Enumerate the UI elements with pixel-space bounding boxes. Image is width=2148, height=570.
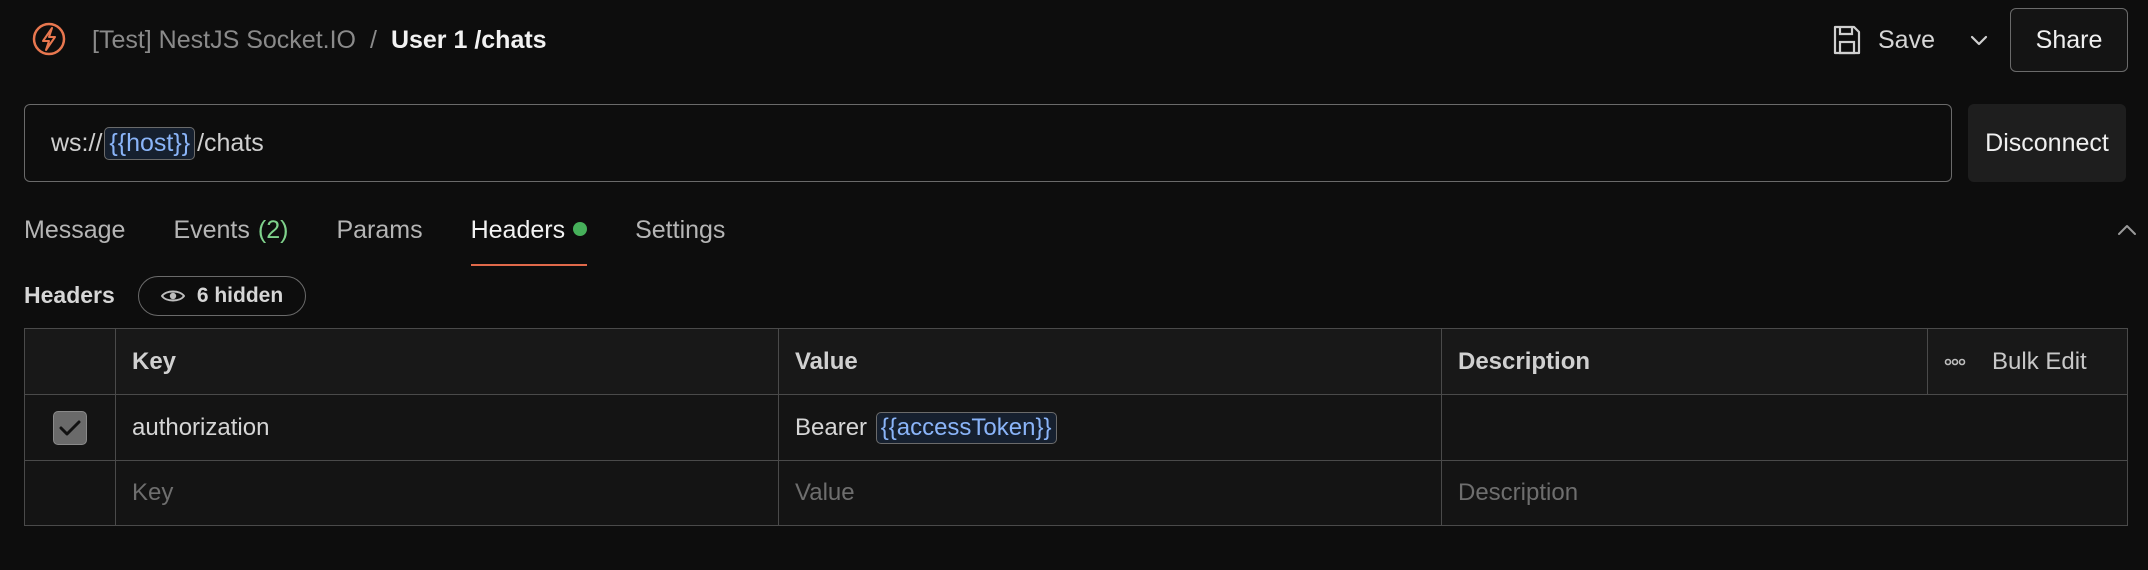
url-prefix: ws:// bbox=[51, 128, 103, 157]
top-bar: [Test] NestJS Socket.IO / User 1 /chats … bbox=[0, 0, 2148, 80]
tab-params-label: Params bbox=[336, 216, 423, 244]
bulk-edit-button[interactable]: Bulk Edit bbox=[1992, 348, 2087, 376]
postman-logo-icon[interactable] bbox=[32, 22, 66, 56]
chevron-down-icon[interactable] bbox=[1969, 33, 1989, 47]
column-header-key: Key bbox=[116, 329, 779, 394]
tab-settings-label: Settings bbox=[635, 216, 726, 244]
headers-section-title: Headers bbox=[24, 282, 115, 308]
share-button[interactable]: Share bbox=[2010, 8, 2128, 72]
tab-events-label: Events bbox=[173, 216, 250, 244]
tab-message[interactable]: Message bbox=[24, 212, 125, 266]
new-value-input[interactable]: Value bbox=[779, 461, 1442, 525]
row-check-cell bbox=[25, 395, 116, 460]
row-key[interactable]: authorization bbox=[116, 395, 779, 460]
new-row-check-cell bbox=[25, 461, 116, 525]
table-row-new: Key Value Description bbox=[25, 461, 2127, 525]
tab-message-label: Message bbox=[24, 216, 126, 244]
chevron-up-icon[interactable] bbox=[2116, 222, 2138, 238]
save-label: Save bbox=[1878, 25, 1935, 54]
headers-active-dot bbox=[573, 222, 588, 236]
tab-events[interactable]: Events (2) bbox=[173, 212, 288, 266]
more-dots-icon[interactable] bbox=[1944, 358, 1966, 366]
url-variable-host[interactable]: {{host}} bbox=[104, 126, 196, 160]
tab-headers[interactable]: Headers bbox=[470, 212, 588, 266]
breadcrumb: [Test] NestJS Socket.IO / User 1 /chats bbox=[92, 22, 547, 58]
breadcrumb-collection[interactable]: [Test] NestJS Socket.IO bbox=[92, 26, 356, 55]
bulk-edit-cell: Bulk Edit bbox=[1928, 329, 2129, 394]
row-value-prefix: Bearer bbox=[795, 413, 874, 441]
column-header-description: Description bbox=[1442, 329, 1928, 394]
disconnect-button[interactable]: Disconnect bbox=[1968, 104, 2126, 182]
hidden-headers-toggle[interactable]: 6 hidden bbox=[138, 276, 306, 316]
checkmark-icon bbox=[59, 420, 81, 435]
new-key-input[interactable]: Key bbox=[116, 461, 779, 525]
url-input[interactable]: ws:// {{host}} /chats bbox=[24, 104, 1952, 182]
row-enabled-checkbox[interactable] bbox=[53, 410, 87, 445]
tab-params[interactable]: Params bbox=[336, 212, 422, 266]
tab-headers-label: Headers bbox=[470, 216, 566, 244]
row-value[interactable]: Bearer {{accessToken}} bbox=[779, 395, 1442, 460]
breadcrumb-separator: / bbox=[369, 25, 377, 54]
row-value-variable[interactable]: {{accessToken}} bbox=[875, 411, 1057, 444]
eye-icon bbox=[160, 290, 185, 302]
url-suffix: /chats bbox=[197, 128, 264, 157]
headers-table: Key Value Description Bulk Edit authoriz… bbox=[24, 328, 2128, 526]
floppy-disk-icon bbox=[1833, 25, 1861, 55]
tab-events-count: (2) bbox=[257, 216, 289, 244]
header-check-cell bbox=[25, 329, 116, 394]
row-description[interactable] bbox=[1442, 395, 2129, 460]
hidden-count: 6 hidden bbox=[196, 284, 284, 307]
tab-settings[interactable]: Settings bbox=[635, 212, 725, 266]
breadcrumb-current[interactable]: User 1 /chats bbox=[391, 26, 547, 55]
save-button[interactable]: Save bbox=[1832, 20, 1989, 60]
request-tabs: Message Events (2) Params Headers Setting… bbox=[24, 212, 773, 266]
new-description-input[interactable]: Description bbox=[1442, 461, 2129, 525]
column-header-value: Value bbox=[779, 329, 1442, 394]
table-row: authorization Bearer {{accessToken}} bbox=[25, 395, 2127, 461]
table-header-row: Key Value Description Bulk Edit bbox=[25, 329, 2127, 395]
